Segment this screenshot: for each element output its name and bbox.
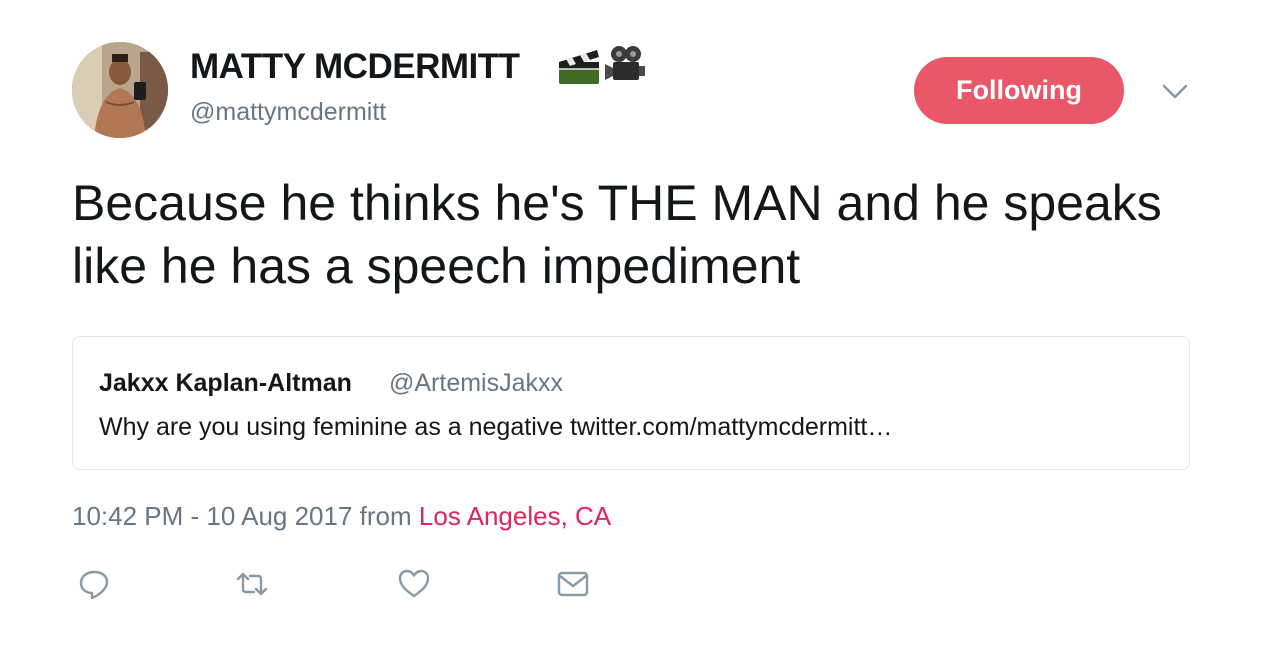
quoted-tweet-text: Why are you using feminine as a negative… — [99, 413, 893, 441]
tweet-text: Because he thinks he's THE MAN and he sp… — [72, 175, 1162, 294]
quoted-tweet[interactable]: Jakxx Kaplan-Altman @ArtemisJakxx Why ar… — [72, 336, 1190, 470]
quoted-author-name: Jakxx Kaplan-Altman — [99, 369, 352, 397]
chevron-down-icon[interactable] — [1160, 78, 1190, 104]
tweet-metadata: 10:42 PM - 10 Aug 2017 from Los Angeles,… — [72, 501, 611, 532]
tweet-card: MATTY MCDERMITT @mattymcdermitt Followin… — [0, 0, 1264, 652]
reply-button[interactable] — [77, 567, 111, 601]
quoted-author-handle: @ArtemisJakxx — [389, 369, 564, 397]
location-link[interactable]: Los Angeles, CA — [419, 501, 611, 531]
from-label: from — [359, 501, 412, 531]
clapper-board-icon — [559, 50, 599, 84]
avatar[interactable] — [72, 42, 168, 138]
like-icon — [398, 569, 430, 598]
direct-message-icon — [557, 571, 589, 597]
movie-camera-icon — [605, 46, 645, 80]
like-button[interactable] — [397, 567, 431, 601]
retweet-button[interactable] — [235, 567, 269, 601]
avatar-photo — [72, 42, 168, 138]
retweet-icon — [236, 572, 268, 596]
display-name[interactable]: MATTY MCDERMITT — [190, 47, 520, 87]
timestamp[interactable]: 10:42 PM - 10 Aug 2017 — [72, 501, 352, 531]
direct-message-button[interactable] — [556, 567, 590, 601]
reply-icon — [79, 570, 109, 600]
author-handle[interactable]: @mattymcdermitt — [190, 98, 386, 127]
following-button[interactable]: Following — [914, 57, 1124, 124]
